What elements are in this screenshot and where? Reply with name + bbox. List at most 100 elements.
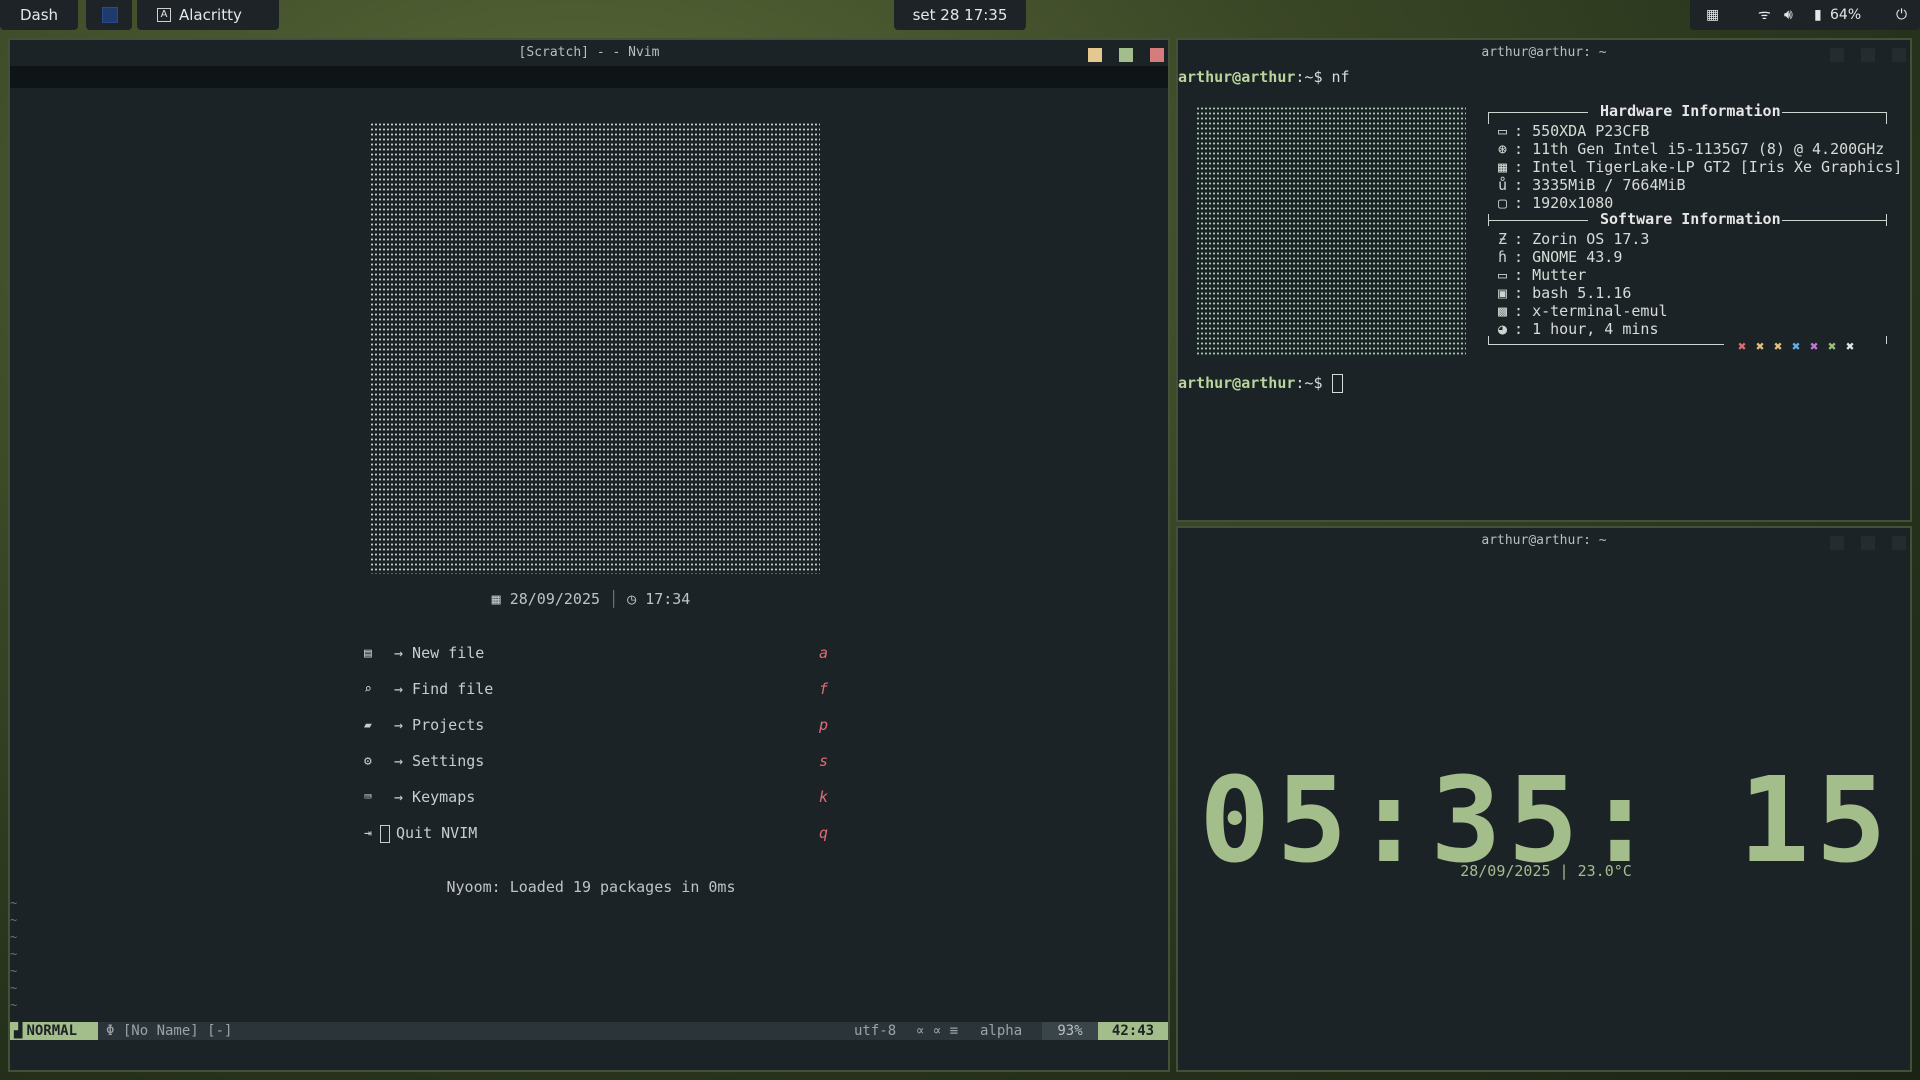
box-border [1886,336,1887,344]
command-line: arthur@arthur:~$ nf [1178,68,1350,86]
ascii-art-portrait [370,122,820,574]
terminal-line: ▩: x-terminal-emul [1498,302,1668,320]
workspace-indicator[interactable] [86,0,132,30]
active-app-button[interactable]: A Alacritty [137,0,279,30]
shell-line: ▣: bash 5.1.16 [1498,284,1632,302]
buffer-name: Φ [No Name] [-] [106,1023,233,1039]
search-file-icon: ⌕ [364,682,372,697]
os-line: Ƶ: Zorin OS 17.3 [1498,230,1650,248]
palette-x-icon: ✖ [1810,339,1819,355]
system-tray[interactable]: ▦ ᯤ 🔊︎ ▮ 64% ⏻ [1690,0,1920,30]
quit-icon: ⇥ [364,826,372,841]
terminal-titlebar[interactable]: arthur@arthur: ~ [1178,40,1910,66]
clock-icon: ◷ [627,590,637,608]
palette-x-icon: ✖ [1756,339,1765,355]
host-line: ▭: 550XDA P23CFB [1498,122,1650,140]
minimize-button[interactable] [1830,48,1845,62]
empty-line-marker: ~ [10,981,18,995]
clock-date-temperature: 28/09/2025 | 23.0°C [1460,862,1632,880]
os-icons: ∝ ∝ ≡ [916,1023,959,1039]
window-title: arthur@arthur: ~ [1481,45,1607,60]
laptop-icon: ▭ [1498,122,1508,140]
close-button[interactable] [1892,48,1906,62]
hardware-header: Hardware Information [1600,102,1781,120]
memory-line: ů: 3335MiB / 7664MiB [1498,176,1686,194]
folder-icon: ▰ [364,718,372,733]
empty-line-marker: ~ [10,930,18,944]
cpu-line: ⊛: 11th Gen Intel i5-1135G7 (8) @ 4.200G… [1498,140,1885,158]
palette-x-icon: ✖ [1846,339,1855,355]
minimize-button[interactable] [1088,48,1103,62]
menu-find-file[interactable]: ⌕ → Find file f [358,680,828,704]
window-title: [Scratch] - - Nvim [518,45,660,60]
box-border [1488,344,1724,345]
maximize-button[interactable] [1861,536,1876,550]
box-border [1886,112,1887,124]
volume-icon[interactable]: 🔊︎ [1784,0,1793,30]
wifi-icon[interactable]: ᯤ [1758,0,1771,30]
terminal-window-clock[interactable]: arthur@arthur: ~ 05:35: 15 28/09/2025 | … [1176,526,1912,1072]
software-header: Software Information [1600,210,1781,228]
empty-line-marker: ~ [10,947,18,961]
terminal-icon: ▩ [1498,302,1508,320]
menu-new-file[interactable]: ▤ → New file a [358,644,828,668]
menu-keymaps[interactable]: ⌨ → Keymaps k [358,788,828,812]
dashboard-time: 17:34 [645,590,691,608]
prompt-line[interactable]: arthur@arthur:~$ [1178,374,1343,393]
panel-clock[interactable]: set 28 17:35 [894,0,1026,30]
date-time-line: ▦ 28/09/2025 │ ◷ 17:34 [10,590,1172,608]
close-button[interactable] [1892,536,1906,550]
layout-icon[interactable]: ▦ [1706,0,1719,30]
separator: │ [609,590,628,608]
menu-projects[interactable]: ▰ → Projects p [358,716,828,740]
statusline: ▟ NORMAL Φ [No Name] [-] utf-8 ∝ ∝ ≡ alph… [10,1022,1168,1040]
maximize-button[interactable] [1861,48,1876,62]
de-line: ɦ: GNOME 43.9 [1498,248,1623,266]
empty-line-marker: ~ [10,913,18,927]
fetch-ascii-logo [1196,106,1466,356]
empty-line-marker: ~ [10,964,18,978]
box-border [1488,112,1489,124]
keyboard-icon: ⌨ [364,790,372,805]
battery-icon[interactable]: ▮ [1814,0,1822,30]
gpu-icon: ▦ [1498,158,1508,176]
file-icon: ▤ [364,646,372,661]
gear-icon: ⚙ [364,754,372,769]
terminal-window-fetch[interactable]: arthur@arthur: ~ arthur@arthur:~$ nf Har… [1176,38,1912,522]
dash-button[interactable]: Dash [0,0,78,30]
color-palette: ✖ ✖ ✖ ✖ ✖ ✖ ✖ [1738,336,1864,355]
cursor-position: 42:43 [1098,1022,1168,1040]
display-line: ▢: 1920x1080 [1498,194,1614,212]
monitor-icon: ▢ [1498,194,1508,212]
window-title: arthur@arthur: ~ [1481,533,1607,548]
top-panel: Dash A Alacritty set 28 17:35 ▦ ᯤ 🔊︎ ▮ 6… [0,0,1920,30]
cpu-icon: ⊛ [1498,140,1508,158]
empty-line-marker: ~ [10,896,18,910]
scroll-percent: 93% [1042,1022,1098,1040]
battery-percent: 64% [1830,7,1862,23]
palette-x-icon: ✖ [1774,339,1783,355]
maximize-button[interactable] [1119,48,1134,62]
power-icon[interactable]: ⏻ [1896,0,1907,30]
zorin-icon: Ƶ [1498,230,1508,248]
calendar-icon: ▦ [491,590,501,608]
box-border [1488,214,1489,226]
menu-quit-label: Quit NVIM [396,824,478,842]
nvim-tabline [10,66,1168,88]
text-cursor [1331,374,1343,393]
menu-settings[interactable]: ⚙ → Settings s [358,752,828,776]
terminal-titlebar[interactable]: arthur@arthur: ~ [1178,528,1910,554]
menu-quit[interactable]: ⇥ Quit NVIM q [358,824,828,848]
box-border [1886,214,1887,226]
mode-indicator: ▟ NORMAL [10,1022,98,1040]
palette-x-icon: ✖ [1792,339,1801,355]
shell-icon: ▣ [1498,284,1508,302]
box-border [1782,112,1886,113]
dashboard-date: 28/09/2025 [509,590,601,608]
nvim-titlebar[interactable]: [Scratch] - - Nvim [10,40,1168,66]
memory-icon: ů [1498,176,1508,194]
close-button[interactable] [1150,48,1164,62]
palette-x-icon: ✖ [1828,339,1837,355]
nvim-window[interactable]: [Scratch] - - Nvim ▦ 28/09/2025 │ ◷ 17:3… [8,38,1170,1072]
minimize-button[interactable] [1830,536,1845,550]
